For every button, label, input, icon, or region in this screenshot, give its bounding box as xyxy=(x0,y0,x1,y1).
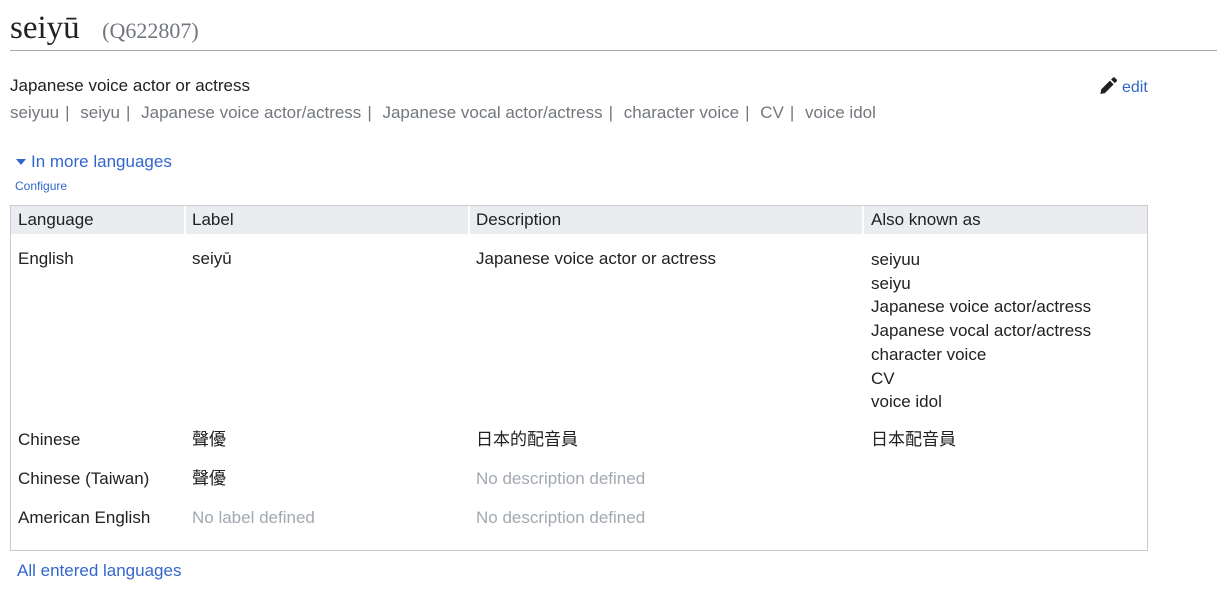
column-divider xyxy=(862,206,864,234)
alias: CV xyxy=(760,103,784,122)
description-cell: No description defined xyxy=(476,508,646,527)
alias: character voice xyxy=(623,103,740,122)
column-header-label: Label xyxy=(192,210,234,229)
language-cell: Chinese xyxy=(18,430,81,449)
label-cell: No label defined xyxy=(192,508,315,527)
alias: seiyuu xyxy=(10,103,60,122)
aliases-cell: seiyuu seiyu Japanese voice actor/actres… xyxy=(871,248,1091,414)
column-header-language: Language xyxy=(18,210,94,229)
alias-separator: | xyxy=(608,103,614,122)
alias-entry: Japanese vocal actor/actress xyxy=(871,321,1092,341)
alias-entry: character voice xyxy=(871,344,987,364)
table-header: Language Label Description Also known as xyxy=(11,206,1147,234)
all-entered-languages-link[interactable]: All entered languages xyxy=(17,561,181,581)
label-cell: seiyū xyxy=(192,249,232,268)
column-header-aliases: Also known as xyxy=(871,210,981,229)
more-languages-label: In more languages xyxy=(31,152,172,171)
alias-entry: seiyuu xyxy=(871,250,921,269)
alias-separator: | xyxy=(125,103,131,122)
page-header: seiyū (Q622807) xyxy=(10,6,1217,51)
description-cell: 日本的配音員 xyxy=(476,430,578,449)
alias: seiyu xyxy=(80,103,120,122)
alias-entry: Japanese voice actor/actress xyxy=(871,297,1092,317)
alias-separator: | xyxy=(789,103,795,122)
triangle-down-icon xyxy=(16,159,26,165)
alias: Japanese voice actor/actress xyxy=(141,103,362,122)
page-title: seiyū xyxy=(10,10,80,46)
alias-separator: | xyxy=(367,103,372,122)
toggle-more-languages[interactable]: In more languages xyxy=(16,152,172,172)
alias-entry: seiyu xyxy=(871,273,911,293)
language-cell: Chinese (Taiwan) xyxy=(18,469,150,488)
alias: Japanese vocal actor/actress xyxy=(382,103,603,122)
alias-entry: CV xyxy=(871,368,895,388)
edit-link[interactable]: edit xyxy=(1099,76,1148,100)
label-cell: 聲優 xyxy=(192,469,226,488)
language-cell: American English xyxy=(18,508,151,527)
alias-entry: voice idol xyxy=(871,392,942,412)
description-cell: No description defined xyxy=(476,469,646,488)
alias: voice idol xyxy=(805,103,876,122)
aliases-cell: 日本配音員 xyxy=(871,430,956,449)
languages-table: Language Label Description Also known as… xyxy=(10,205,1148,551)
alias-list: seiyuu | seiyu | Japanese voice actor/actr… xyxy=(10,103,876,123)
alias-separator: | xyxy=(745,103,750,122)
description-cell: Japanese voice actor or actress xyxy=(476,249,717,268)
alias-separator: | xyxy=(65,103,70,122)
language-cell: English xyxy=(18,249,74,268)
edit-label: edit xyxy=(1122,79,1148,96)
column-header-description: Description xyxy=(476,210,562,229)
label-cell: 聲優 xyxy=(192,430,226,449)
column-divider xyxy=(184,206,186,234)
pencil-icon xyxy=(1099,76,1118,100)
configure-link[interactable]: Configure xyxy=(15,179,67,193)
item-description: Japanese voice actor or actress xyxy=(10,76,251,95)
column-divider xyxy=(468,206,470,234)
item-id: (Q622807) xyxy=(102,18,199,43)
